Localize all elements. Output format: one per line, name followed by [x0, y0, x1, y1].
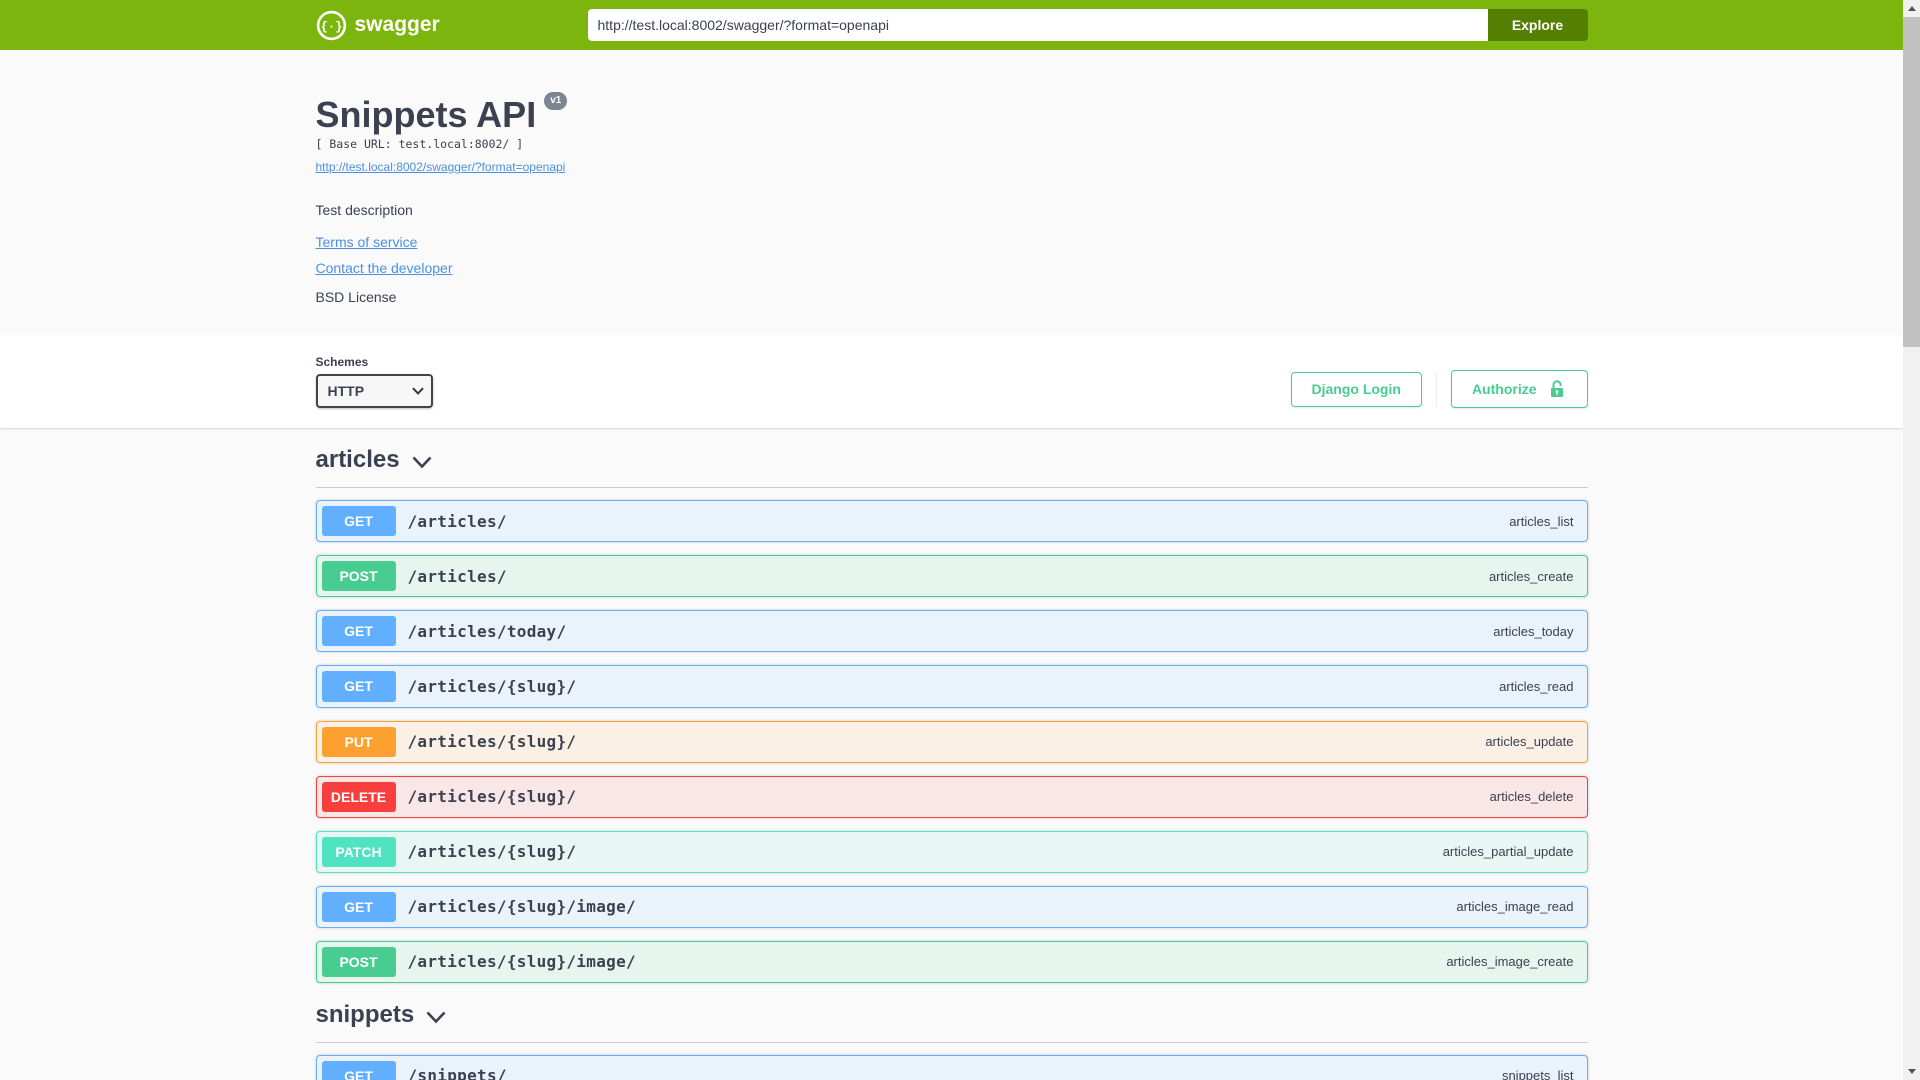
operation-row[interactable]: POST /articles/{slug}/image/ articles_im…: [315, 940, 1588, 984]
scheme-container: Schemes HTTP Django Login Authorize: [0, 335, 1903, 429]
operation-id: articles_list: [1509, 513, 1574, 529]
operation-id: articles_create: [1488, 568, 1574, 584]
version-badge: v1: [544, 92, 568, 110]
operation-path: /articles/: [407, 566, 507, 586]
spec-link[interactable]: http://test.local:8002/swagger/?format=o…: [316, 160, 566, 174]
django-login-button[interactable]: Django Login: [1290, 371, 1422, 407]
scrollbar-up-arrow-icon[interactable]: [1903, 0, 1920, 17]
topbar: {∙} swagger Explore: [0, 0, 1903, 50]
django-login-label: Django Login: [1311, 380, 1401, 397]
chevron-down-icon[interactable]: [412, 456, 432, 469]
method-badge: GET: [321, 1060, 396, 1080]
method-badge: GET: [321, 506, 396, 537]
button-divider: [1435, 372, 1437, 407]
method-badge: GET: [321, 616, 396, 647]
api-title-text: Snippets API: [315, 94, 537, 135]
operation-path: /articles/today/: [407, 621, 567, 641]
operation-id: articles_update: [1485, 734, 1574, 750]
operation-id: articles_image_read: [1456, 899, 1574, 915]
method-badge: POST: [321, 561, 396, 592]
operation-row[interactable]: PATCH /articles/{slug}/ articles_partial…: [315, 830, 1588, 873]
operation-row[interactable]: GET /articles/{slug}/image/ articles_ima…: [315, 885, 1588, 928]
method-badge: POST: [321, 946, 396, 978]
brand-name: swagger: [354, 13, 440, 36]
operation-path: /snippets/: [407, 1066, 507, 1080]
chevron-down-icon[interactable]: [426, 1011, 446, 1024]
api-info-section: Snippets API v1 [ Base URL: test.local:80…: [0, 50, 1903, 335]
base-url-text: [ Base URL: test.local:8002/ ]: [315, 137, 524, 152]
auth-wrapper: Django Login Authorize: [1290, 370, 1588, 409]
spec-url-input[interactable]: [587, 9, 1488, 41]
operation-id: articles_read: [1499, 679, 1574, 695]
contact-developer-link[interactable]: Contact the developer: [316, 260, 453, 276]
operation-id: articles_today: [1493, 623, 1574, 639]
operation-path: /articles/{slug}/: [407, 677, 577, 697]
operation-path: /articles/{slug}/: [407, 787, 577, 807]
authorize-button[interactable]: Authorize: [1450, 370, 1588, 409]
operation-row[interactable]: PUT /articles/{slug}/ articles_update: [315, 720, 1588, 763]
operation-row[interactable]: POST /articles/ articles_create: [315, 555, 1588, 598]
license-text: BSD License: [315, 289, 397, 306]
operation-id: articles_delete: [1489, 789, 1574, 805]
method-badge: PUT: [321, 726, 396, 757]
operation-path: /articles/{slug}/: [407, 842, 577, 862]
unlocked-padlock-icon: [1550, 380, 1563, 398]
api-description: Test description: [315, 202, 413, 219]
tag-section: articles GET /articles/ articles_list PO…: [315, 446, 1588, 984]
operation-path: /articles/: [407, 511, 507, 531]
operation-id: articles_partial_update: [1442, 844, 1574, 860]
operation-id: articles_image_create: [1446, 954, 1574, 970]
swagger-logo-icon: {∙}: [316, 10, 346, 40]
operation-path: /articles/{slug}/image/: [407, 952, 636, 972]
explore-button[interactable]: Explore: [1487, 9, 1588, 41]
tag-header[interactable]: articles: [315, 446, 1588, 489]
operation-path: /articles/{slug}/: [407, 732, 577, 752]
terms-of-service-link[interactable]: Terms of service: [316, 234, 418, 250]
swagger-logo[interactable]: {∙} swagger: [316, 10, 440, 41]
operations-list: GET /articles/ articles_list POST /artic…: [315, 500, 1588, 984]
authorize-label: Authorize: [1471, 380, 1537, 397]
page-title: Snippets API v1: [315, 92, 1588, 135]
method-badge: DELETE: [321, 781, 396, 812]
tag-header[interactable]: snippets: [315, 1001, 1588, 1043]
schemes-select[interactable]: HTTP: [315, 374, 433, 409]
tag-sections: articles GET /articles/ articles_list PO…: [315, 446, 1588, 1080]
tag-section: snippets GET /snippets/ snippets_list: [315, 1001, 1588, 1080]
schemes-label: Schemes: [315, 355, 369, 370]
scrollbar-down-arrow-icon[interactable]: [1903, 1063, 1920, 1080]
tag-title: snippets: [315, 1001, 415, 1029]
scrollbar-thumb[interactable]: [1903, 17, 1920, 347]
operation-row[interactable]: GET /articles/{slug}/ articles_read: [315, 665, 1588, 708]
operation-row[interactable]: GET /snippets/ snippets_list: [315, 1054, 1588, 1080]
method-badge: PATCH: [321, 836, 396, 867]
operation-row[interactable]: GET /articles/ articles_list: [315, 500, 1588, 543]
operation-row[interactable]: DELETE /articles/{slug}/ articles_delete: [315, 775, 1588, 818]
swagger-page: {∙} swagger Explore Snippets API v1 [ Bas…: [0, 0, 1903, 1080]
operations-list: GET /snippets/ snippets_list: [315, 1054, 1588, 1080]
operation-path: /articles/{slug}/image/: [407, 897, 636, 917]
svg-text:{∙}: {∙}: [320, 20, 342, 34]
tag-title: articles: [315, 446, 400, 474]
operation-row[interactable]: GET /articles/today/ articles_today: [315, 610, 1588, 653]
scrollbar[interactable]: [1903, 0, 1920, 1080]
spec-url-form: Explore: [587, 9, 1588, 41]
method-badge: GET: [321, 671, 396, 702]
operations-area: articles GET /articles/ articles_list PO…: [315, 446, 1588, 1080]
method-badge: GET: [321, 891, 396, 922]
schemes-group: Schemes HTTP: [315, 355, 433, 409]
operation-id: snippets_list: [1501, 1068, 1574, 1080]
